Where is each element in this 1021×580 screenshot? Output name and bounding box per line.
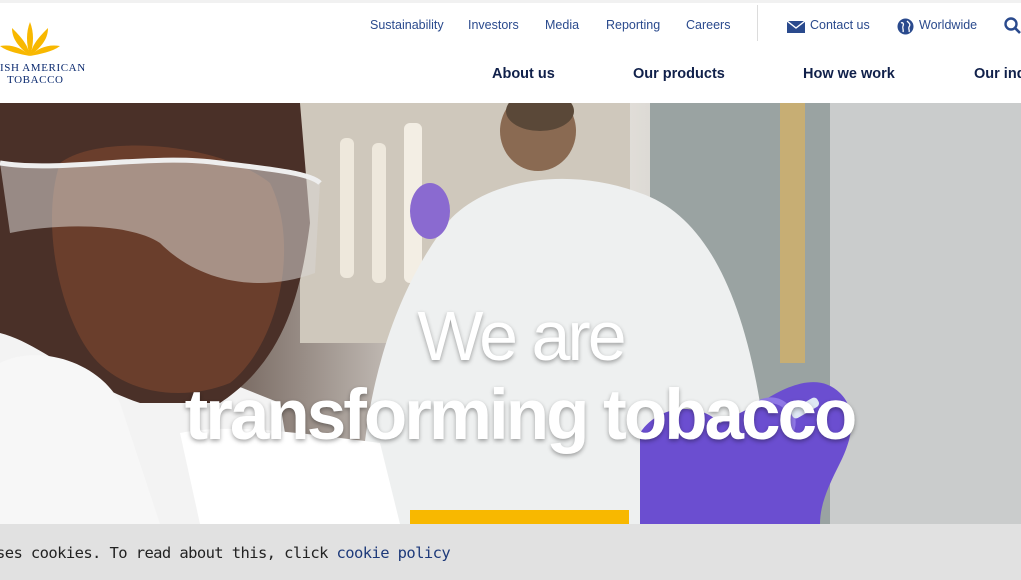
hero-title-line2: transforming tobacco — [184, 376, 858, 455]
utility-link-sustainability[interactable]: Sustainability — [370, 18, 444, 32]
cookie-banner: ses cookies. To read about this, click c… — [0, 524, 1021, 580]
site-header: ISH AMERICAN TOBACCO Sustainability Inve… — [0, 0, 1021, 103]
hero-cta-button[interactable] — [410, 510, 629, 524]
globe-icon — [897, 18, 914, 35]
header-top-border — [0, 0, 1021, 3]
utility-link-careers[interactable]: Careers — [686, 18, 730, 32]
utility-link-investors[interactable]: Investors — [468, 18, 519, 32]
utility-link-reporting[interactable]: Reporting — [606, 18, 660, 32]
hero-title-line1: We are — [417, 297, 626, 375]
brand-logo-line1: ISH AMERICAN — [0, 62, 86, 74]
utility-divider — [757, 5, 758, 41]
utility-link-worldwide[interactable]: Worldwide — [919, 18, 977, 32]
cookie-policy-link[interactable]: cookie policy — [337, 544, 451, 562]
brand-logo-text: ISH AMERICAN TOBACCO — [0, 62, 86, 86]
cookie-message: ses cookies. To read about this, click c… — [0, 544, 451, 562]
utility-link-media[interactable]: Media — [545, 18, 579, 32]
nav-how-we-work[interactable]: How we work — [803, 66, 895, 82]
hero-banner: We are transforming tobacco — [0, 103, 1021, 524]
brand-logo-line2: TOBACCO — [7, 74, 64, 86]
utility-nav: Sustainability Investors Media Reporting… — [0, 18, 1021, 36]
nav-our-industry[interactable]: Our ind — [974, 66, 1021, 82]
search-icon[interactable] — [1003, 16, 1021, 36]
nav-our-products[interactable]: Our products — [633, 66, 725, 82]
cookie-message-text: ses cookies. To read about this, click — [0, 544, 337, 562]
mail-icon — [787, 21, 805, 33]
utility-link-contact[interactable]: Contact us — [810, 18, 870, 32]
nav-about-us[interactable]: About us — [492, 66, 555, 82]
